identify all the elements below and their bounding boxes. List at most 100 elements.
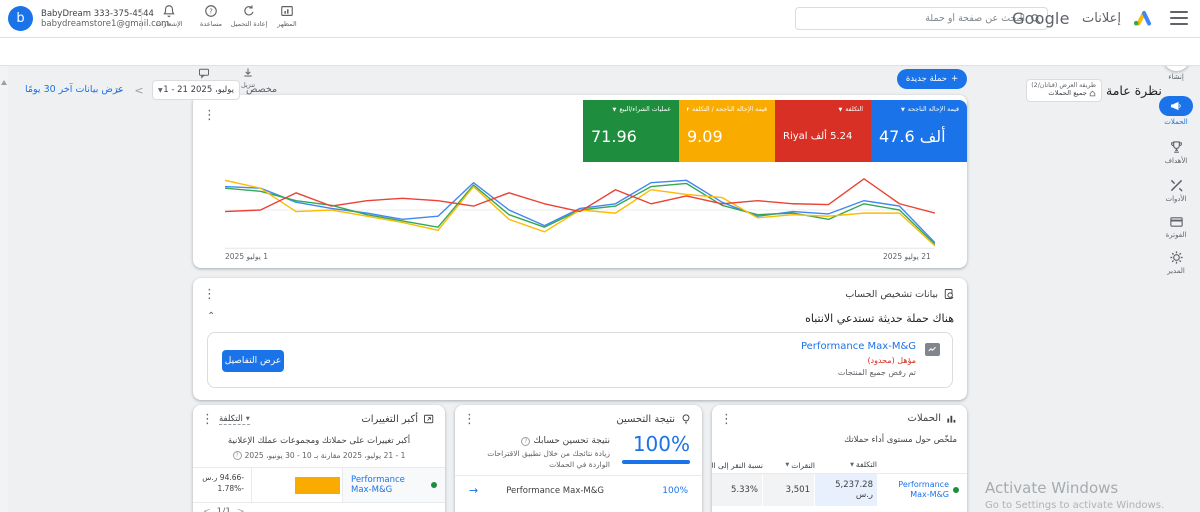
nav-sidebar: إنشاء الحملات الأهداف الأدوات الفوترة ال… xyxy=(1152,38,1200,512)
column-ctr[interactable]: نسبة النقر إلى الظ... ▼ xyxy=(712,460,763,470)
view-details-button[interactable]: عرض التفاصيل xyxy=(222,350,284,372)
campaign-row-clicks: 3,501 xyxy=(763,474,815,506)
optimization-campaign-row[interactable]: 100% Performance Max-M&G → xyxy=(455,475,702,505)
scrollbar[interactable] xyxy=(0,38,8,512)
sidebar-item-goals[interactable]: الأهداف xyxy=(1152,140,1200,165)
optimization-heading: نتيجة تحسين حسابك xyxy=(533,436,610,446)
new-campaign-label: حملة جديدة xyxy=(906,74,947,84)
help-icon: ? xyxy=(204,4,218,18)
date-range-picker[interactable]: ▼ 1 - 21 يوليو، 2025 xyxy=(152,80,240,100)
home-icon xyxy=(1089,90,1096,97)
scorecard-0-label: قيمة الإحالة الناجحة xyxy=(908,106,959,113)
optimization-row-name[interactable]: Performance Max-M&G xyxy=(478,486,634,496)
optimization-subtitle: زيادة نتائجك من خلال تطبيق الاقتراحات ال… xyxy=(470,449,610,470)
google-ads-logo-icon xyxy=(1132,10,1151,31)
sidebar-create-label: إنشاء xyxy=(1168,73,1184,81)
chart-card-menu-icon[interactable]: ⋮ xyxy=(203,109,216,122)
help-button[interactable]: ? مساعدة xyxy=(190,4,232,28)
global-search[interactable] xyxy=(795,7,1048,30)
notifications-button[interactable]: الإشعارات xyxy=(148,4,190,28)
sidebar-item-billing[interactable]: الفوترة xyxy=(1152,214,1200,239)
caret-down-icon: ▼ xyxy=(838,107,842,113)
tools-icon xyxy=(1169,178,1184,193)
campaigns-selected-pill[interactable] xyxy=(1159,96,1193,116)
changes-period-text: 1 - 21 يوليو، 2025 مقارنة بـ 10 - 30 يون… xyxy=(245,451,406,460)
scorecard-3[interactable]: عمليات الشراء/البيع▼ 71.96 xyxy=(583,100,679,162)
view-scope-selector[interactable]: طريقة العرض (قناتان/2) جميع الحملات xyxy=(1026,79,1102,102)
date-next-button[interactable]: > xyxy=(130,81,148,99)
column-clicks[interactable]: النقرات ▼ xyxy=(763,460,815,470)
campaigns-table-row[interactable]: Performance Max-M&G 5,237.28 ر.س 3,501 5… xyxy=(712,474,967,506)
scorecard-0[interactable]: قيمة الإحالة الناجحة▼ 47.6 ألف xyxy=(871,100,967,162)
scorecard-1-value: 5.24 ألف Riyal xyxy=(783,131,863,142)
performance-line-chart[interactable] xyxy=(225,171,935,249)
optimization-score-card: نتيجة التحسين ⋮ 100% نتيجة تحسين حسابك ?… xyxy=(455,405,702,512)
changes-title: أكبر التغييرات xyxy=(361,414,418,425)
megaphone-icon xyxy=(1170,101,1182,111)
help-circle-icon[interactable]: ? xyxy=(521,437,530,446)
changes-delta-cost: -94.66 ر.س xyxy=(200,472,244,483)
caret-down-icon: ▼ xyxy=(850,462,854,468)
campaign-row-ctr: 5.33% xyxy=(712,474,763,506)
show-last-30-days-link[interactable]: عرض بيانات آخر 30 يومًا xyxy=(25,84,124,95)
sidebar-admin-label: المدير xyxy=(1167,267,1185,275)
optimization-menu-icon[interactable]: ⋮ xyxy=(463,413,476,426)
date-range-value: 1 - 21 يوليو، 2025 xyxy=(163,85,234,95)
campaigns-table-header: التكلفة ▼ النقرات ▼ نسبة النقر إلى الظ..… xyxy=(712,460,967,474)
optimization-score-bar xyxy=(622,460,690,464)
sidebar-item-admin[interactable]: المدير xyxy=(1152,250,1200,275)
appearance-button[interactable]: المظهر xyxy=(266,4,308,28)
caret-down-icon: ▼ xyxy=(687,107,689,113)
issue-campaign-name[interactable]: Performance Max-M&G xyxy=(801,341,916,352)
activate-windows-watermark: Activate Windows Go to Settings to activ… xyxy=(985,479,1164,511)
scorecard-1[interactable]: التكلفة▼ 5.24 ألف Riyal xyxy=(775,100,871,162)
page-indicator: 1/1 xyxy=(217,507,231,512)
change-bar xyxy=(295,477,340,494)
svg-text:?: ? xyxy=(209,8,213,16)
overview-chart-svg xyxy=(225,171,935,249)
diagnostics-menu-icon[interactable]: ⋮ xyxy=(203,288,216,301)
x-axis-tick-start: 1 يوليو 2025 xyxy=(225,252,268,261)
campaigns-subtitle: ملخّص حول مستوى أداء حملاتك xyxy=(844,435,957,445)
biggest-changes-card: أكبر التغييرات ⋮ ▼ التكلفة أكبر تغييرات … xyxy=(193,405,445,512)
bell-icon xyxy=(162,4,176,18)
scorecard-2[interactable]: قيمة الإحالة الناجحة / التكلفة▼ 9.09 xyxy=(679,100,775,162)
sidebar-billing-label: الفوترة xyxy=(1166,231,1187,239)
date-preset-label: مخصص xyxy=(246,84,277,95)
google-wordmark: Google xyxy=(1012,9,1070,28)
avatar[interactable]: b xyxy=(8,6,33,31)
issue-campaign-status: مؤهل (محدود) xyxy=(867,356,916,365)
refresh-button[interactable]: إعادة التحميل xyxy=(228,4,270,28)
plus-icon: + xyxy=(951,74,958,84)
sidebar-item-campaigns[interactable]: الحملات xyxy=(1152,96,1200,126)
scroll-up-icon[interactable] xyxy=(1,80,7,85)
changes-campaign-name[interactable]: Performance Max-M&G xyxy=(351,475,427,495)
new-campaign-button[interactable]: + حملة جديدة xyxy=(897,69,967,89)
help-label: مساعدة xyxy=(200,20,222,28)
go-arrow-icon[interactable]: → xyxy=(469,484,478,497)
column-ctr-label: نسبة النقر إلى الظ... xyxy=(712,461,763,470)
search-input[interactable] xyxy=(802,13,1025,24)
sidebar-item-tools[interactable]: الأدوات xyxy=(1152,178,1200,203)
changes-metric-dropdown[interactable]: ▼ التكلفة xyxy=(219,414,250,425)
page-prev-icon[interactable]: < xyxy=(203,507,211,512)
lightbulb-icon xyxy=(680,413,692,425)
google-ads-overview-screen: b BabyDream 333-375-4544 babydreamstore1… xyxy=(0,0,1200,512)
account-switcher[interactable]: b BabyDream 333-375-4544 babydreamstore1… xyxy=(8,6,169,31)
status-enabled-dot xyxy=(953,487,959,493)
collapse-chevron-icon[interactable]: ⌃ xyxy=(207,311,215,322)
column-clicks-label: النقرات xyxy=(791,461,815,470)
changes-table-row[interactable]: Performance Max-M&G -94.66 ر.س -1.78% xyxy=(193,467,445,503)
diagnostics-title: بيانات تشخيص الحساب xyxy=(845,289,938,300)
status-enabled-dot xyxy=(431,482,437,488)
diagnostics-section-title: هناك حملة حديثة تستدعي الانتباه xyxy=(805,312,954,325)
info-icon[interactable]: ? xyxy=(233,451,242,460)
campaigns-menu-icon[interactable]: ⋮ xyxy=(720,413,733,426)
page-next-icon[interactable]: > xyxy=(237,507,245,512)
column-cost[interactable]: التكلفة ▼ xyxy=(815,460,877,470)
download-icon xyxy=(242,67,254,79)
column-cost-label: التكلفة xyxy=(856,460,877,469)
changes-menu-icon[interactable]: ⋮ xyxy=(201,413,214,426)
campaign-row-name[interactable]: Performance Max-M&G xyxy=(879,480,949,500)
main-menu-icon[interactable] xyxy=(1170,11,1188,25)
